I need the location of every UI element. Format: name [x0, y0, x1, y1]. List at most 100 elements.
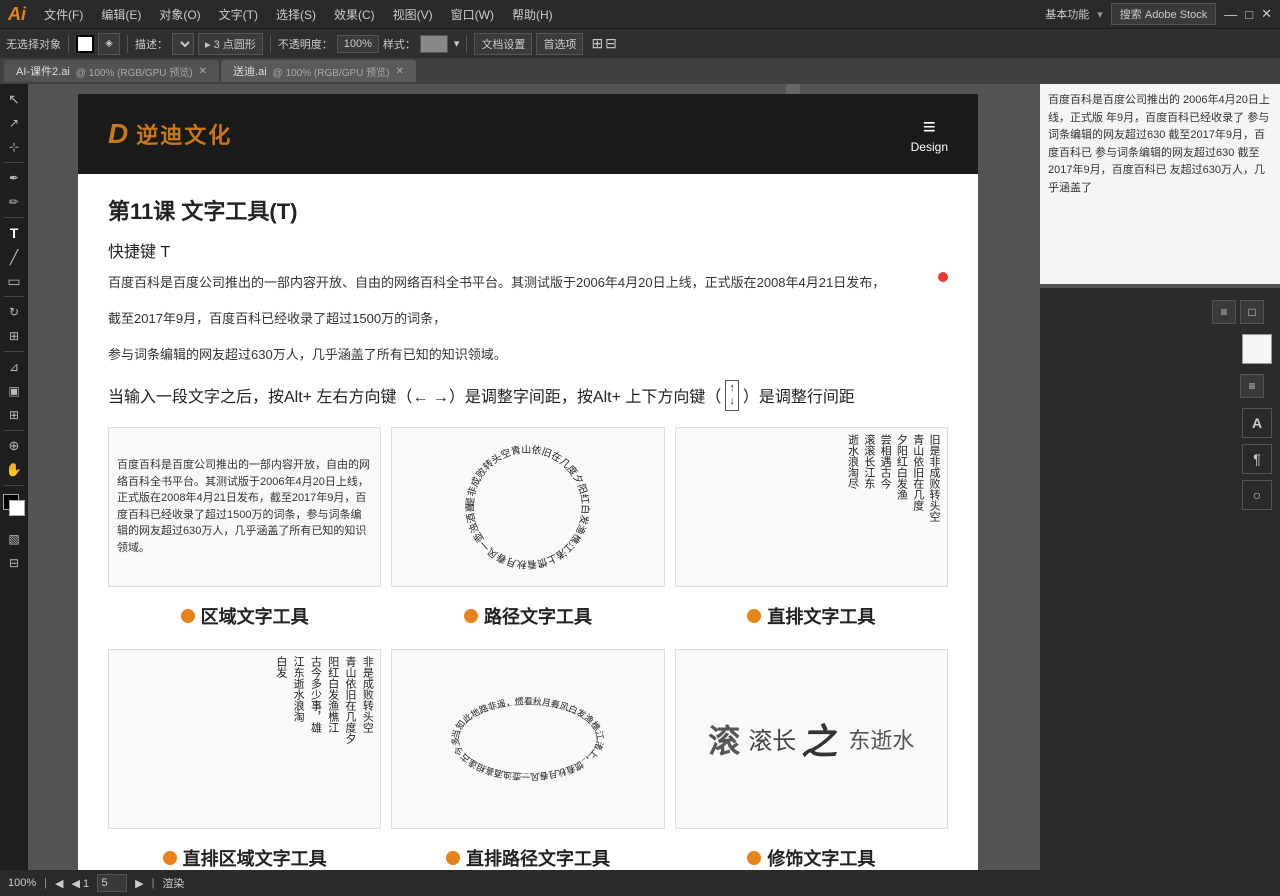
panel-icon[interactable]: ⊟: [605, 35, 617, 52]
arrow-up-down-icon: ↑ ↓: [725, 380, 739, 410]
tab-name-1: AI-课件2.ai: [16, 63, 70, 79]
eyedrop-tool[interactable]: ⊿: [3, 356, 25, 378]
background-color[interactable]: [9, 500, 25, 516]
tool-separator-4: [4, 351, 24, 352]
direct-selection-tool[interactable]: ↗: [3, 112, 25, 134]
tab-songdi[interactable]: 送迪.ai @ 100% (RGB/GPU 预览) ✕: [221, 60, 416, 82]
artboard-tool[interactable]: ⊟: [3, 552, 25, 574]
search-stock[interactable]: 搜索 Adobe Stock: [1111, 3, 1216, 25]
mesh-tool[interactable]: ⊞: [3, 404, 25, 426]
tab-close-2[interactable]: ✕: [396, 66, 404, 77]
page-num: ◀ 1: [71, 877, 89, 890]
hamburger-icon[interactable]: ≡: [923, 114, 936, 140]
tab-ai-course[interactable]: AI-课件2.ai @ 100% (RGB/GPU 预览) ✕: [4, 60, 219, 82]
toolbar-separator-3: [270, 35, 271, 53]
toolbar: 无选择对象 ◈ 描述： ▸ 3 点圆形 不透明度： 100% 样式： ▾ 文档设…: [0, 28, 1280, 58]
deco-text-dot: [747, 851, 761, 865]
toolbar-separator-1: [68, 35, 69, 53]
vertical-text-label-text: 直排文字工具: [767, 603, 875, 629]
lasso-tool[interactable]: ⊹: [3, 136, 25, 158]
menu-edit[interactable]: 编辑(E): [93, 4, 149, 25]
tab-close-1[interactable]: ✕: [199, 66, 207, 77]
vertical-text-dot: [747, 609, 761, 623]
vertical-text-sample-3: 夕阳红白发渔: [894, 434, 908, 580]
menu-text[interactable]: 文字(T): [211, 4, 266, 25]
path-text-label: 路径文字工具: [391, 603, 664, 629]
dropdown-arrow[interactable]: ▾: [1097, 8, 1103, 21]
line-tool[interactable]: ╱: [3, 246, 25, 268]
rp-collapse-icon[interactable]: ≡: [1212, 300, 1236, 324]
vertical-text-demo: 旧是非成败转头空 青山依旧在几度 夕阳红白发渔 尝相遇古今 滚滚长江东 逝水浪淘…: [675, 427, 948, 587]
pencil-tool[interactable]: ✏: [3, 191, 25, 213]
vertical-area-text-demo: 非是成败转头空 青山依旧在几度夕 阳红白发渔樵江 古今多少事，雄 江东逝水浪淘 …: [108, 649, 381, 829]
vert-area-col-1: 非是成败转头空: [360, 656, 374, 822]
arrange-icon[interactable]: ⊞: [591, 35, 603, 52]
vertical-area-content: 非是成败转头空 青山依旧在几度夕 阳红白发渔樵江 古今多少事，雄 江东逝水浪淘 …: [109, 650, 380, 828]
rotate-tool[interactable]: ↻: [3, 301, 25, 323]
menu-effect[interactable]: 效果(C): [326, 4, 383, 25]
fill-color[interactable]: [76, 35, 94, 53]
stroke-icon[interactable]: ◈: [98, 33, 120, 55]
minimize-button[interactable]: —: [1224, 7, 1237, 22]
bottom-sep-2: |: [152, 877, 155, 889]
decoration-text-demo: 滚 滚长 之 东逝水: [675, 649, 948, 829]
pen-tool[interactable]: ✒: [3, 167, 25, 189]
page-input[interactable]: [97, 874, 127, 892]
gradient-tool[interactable]: ▣: [3, 380, 25, 402]
menu-object[interactable]: 对象(O): [151, 4, 208, 25]
path-text-dot: [464, 609, 478, 623]
vert-path-dot: [446, 851, 460, 865]
screen-mode[interactable]: ▧: [3, 528, 25, 550]
rp-panel-icon[interactable]: □: [1240, 300, 1264, 324]
vert-path-label-text: 直排路径文字工具: [466, 845, 610, 870]
rp-type-icon[interactable]: A: [1242, 408, 1272, 438]
nav-next[interactable]: ▶: [135, 877, 143, 890]
status-label: 渲染: [162, 875, 184, 891]
menu-help[interactable]: 帮助(H): [504, 4, 561, 25]
zoom-tool[interactable]: ⊕: [3, 435, 25, 457]
doc-content: 第11课 文字工具(T) 快捷键 T 百度百科是百度公司推出的一部内容开放、自由…: [78, 174, 978, 870]
toolbar-separator-2: [127, 35, 128, 53]
opacity-value[interactable]: 100%: [337, 35, 379, 53]
close-button[interactable]: ✕: [1261, 6, 1272, 22]
doc-settings-button[interactable]: 文档设置: [474, 33, 532, 55]
vert-area-label-text: 直排区域文字工具: [183, 845, 327, 870]
preferences-button[interactable]: 首选项: [536, 33, 583, 55]
rp-circle-icon[interactable]: ○: [1242, 480, 1272, 510]
scale-tool[interactable]: ⊞: [3, 325, 25, 347]
ellipse-path-svg: 当知此地路非遥，惯看秋月春风白发渔樵江渚上，惯看秋月春风一壶浊酒喜相逢古今多少事: [392, 650, 663, 828]
rp-hamburger-icon[interactable]: ≡: [1240, 374, 1264, 398]
menu-select[interactable]: 选择(S): [268, 4, 324, 25]
menu-view[interactable]: 视图(V): [385, 4, 441, 25]
right-panel-text-content: 百度百科是百度公司推出的 2006年4月20日上线，正式版 年9月，百度百科已经…: [1048, 92, 1272, 198]
menu-file[interactable]: 文件(F): [36, 4, 91, 25]
basic-feature[interactable]: 基本功能: [1045, 6, 1089, 22]
tool-separator-5: [4, 430, 24, 431]
style-swatch[interactable]: [420, 35, 448, 53]
menu-window[interactable]: 窗口(W): [443, 4, 502, 25]
rect-tool[interactable]: ▭: [3, 270, 25, 292]
rp-paragraph-icon[interactable]: ¶: [1242, 444, 1272, 474]
hand-tool[interactable]: ✋: [3, 459, 25, 481]
bottom-bar: 100% | ◀ ◀ 1 ▶ | 渲染: [0, 870, 1280, 896]
vert-area-label: 直排区域文字工具: [108, 845, 381, 870]
maximize-button[interactable]: □: [1245, 7, 1253, 22]
selection-tool[interactable]: ↖: [3, 88, 25, 110]
description-area: 百度百科是百度公司推出的一部内容开放、自由的网络百科全书平台。其测试版于2006…: [108, 272, 948, 366]
nav-prev[interactable]: ◀: [55, 877, 63, 890]
describe-select[interactable]: [172, 33, 194, 55]
deco-char-3: 之: [800, 713, 845, 765]
circle-path-svg: 是非成败转头空青山依旧在几度夕阳红白发渔樵江渚上惯看秋月春风一壶浊酒喜相逢古今: [392, 428, 663, 586]
vert-area-col-4: 古今多少事，雄: [308, 656, 322, 822]
rp-icon-row-1: ≡ □: [1204, 296, 1272, 328]
desc-line-3: 参与词条编辑的网友超过630万人，几乎涵盖了所有已知的知识领域。: [108, 344, 948, 366]
rp-white-box[interactable]: [1242, 334, 1272, 364]
style-dropdown[interactable]: ▾: [454, 37, 460, 50]
area-text-content: 百度百科是百度公司推出的一部内容开放，自由的网络百科全书平台。其测试版于2006…: [109, 428, 380, 586]
vert-area-dot: [163, 851, 177, 865]
menu-bar: Ai 文件(F) 编辑(E) 对象(O) 文字(T) 选择(S) 效果(C) 视…: [0, 0, 1280, 28]
document-canvas: D 逆迪文化 ≡ Design 第11课 文字工具(T) 快捷键 T 百度百科是…: [78, 94, 978, 870]
points-selector[interactable]: ▸ 3 点圆形: [198, 33, 263, 55]
type-tool[interactable]: T: [3, 222, 25, 244]
tool-separator-1: [4, 162, 24, 163]
